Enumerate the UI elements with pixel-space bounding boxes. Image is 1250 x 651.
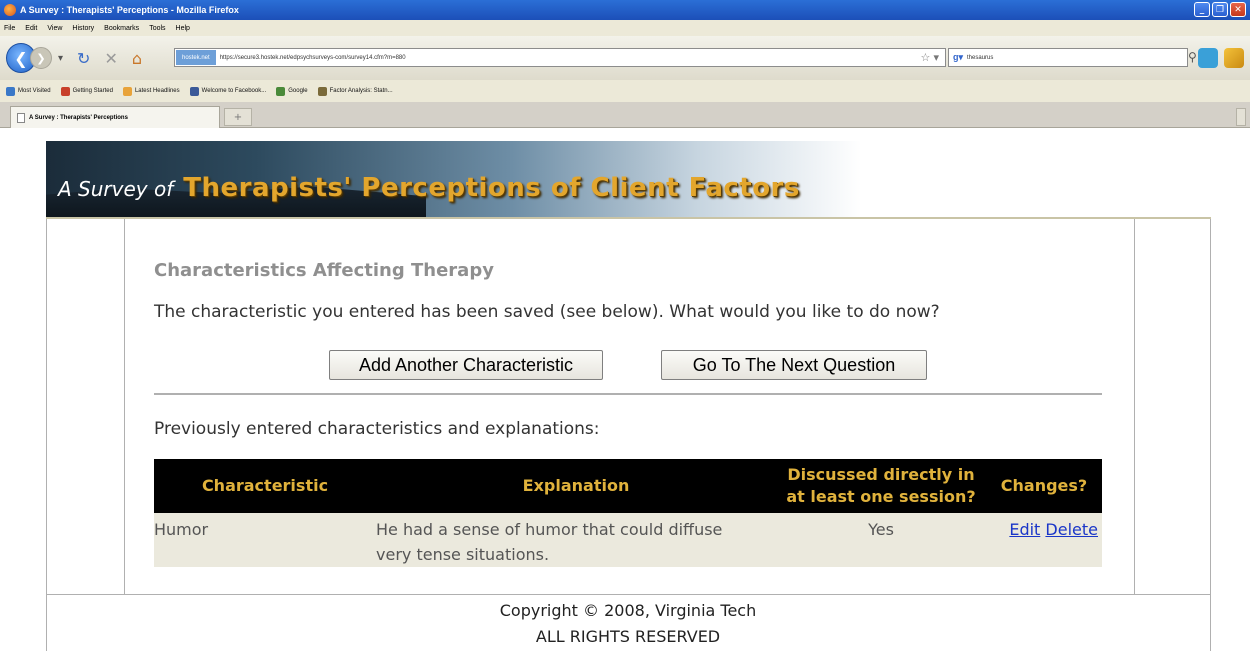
window-controls: _ ❐ ✕ — [1194, 2, 1246, 17]
footer: Copyright © 2008, Virginia Tech ALL RIGH… — [0, 598, 1250, 650]
search-icon[interactable]: ⚲ — [1188, 50, 1197, 64]
navigation-toolbar: ❮ ❯ ▾ ↻ ✕ ⌂ hostek.net https://secure3.h… — [0, 36, 1250, 80]
window-title: A Survey : Therapists' Perceptions - Moz… — [20, 5, 239, 15]
bookmark-star-icon[interactable]: ☆ ▾ — [921, 51, 939, 64]
site-identity-badge[interactable]: hostek.net — [176, 50, 216, 65]
explanation-line2: very tense situations. — [376, 545, 550, 564]
rss-icon — [122, 86, 132, 96]
page-icon — [17, 112, 25, 123]
url-text[interactable]: https://secure3.hostek.net/edpsychsurvey… — [220, 55, 406, 61]
header-discussed-line2: at least one session? — [786, 487, 976, 506]
survey-banner: A Survey of Therapists' Perceptions of C… — [46, 141, 1211, 219]
table-header: Characteristic Explanation Discussed dir… — [154, 459, 1102, 513]
previous-entries-label: Previously entered characteristics and e… — [154, 419, 600, 439]
bookmark-latest-headlines[interactable]: Latest Headlines — [122, 86, 180, 96]
firefox-icon — [4, 4, 16, 16]
menu-help[interactable]: Help — [176, 25, 190, 32]
header-explanation: Explanation — [522, 476, 630, 495]
saved-message: The characteristic you entered has been … — [154, 302, 940, 322]
menu-bar: File Edit View History Bookmarks Tools H… — [0, 20, 1250, 36]
search-bar[interactable]: g▾ thesaurus — [948, 48, 1188, 67]
reload-icon[interactable]: ↻ — [77, 49, 90, 68]
bookmark-getting-started[interactable]: Getting Started — [60, 86, 113, 96]
banner-heading: A Survey of Therapists' Perceptions of C… — [58, 173, 800, 203]
banner-prefix: A Survey of — [58, 177, 174, 201]
bookmark-facebook[interactable]: Welcome to Facebook... — [189, 86, 266, 96]
header-characteristic: Characteristic — [201, 476, 329, 495]
cell-characteristic: Humor — [154, 520, 209, 539]
explanation-line1: He had a sense of humor that could diffu… — [376, 520, 723, 539]
extension-icon[interactable] — [1224, 48, 1244, 68]
minimize-button[interactable]: _ — [1194, 2, 1210, 17]
cell-discussed: Yes — [868, 520, 894, 539]
getting-started-icon — [60, 86, 70, 96]
maximize-button[interactable]: ❐ — [1212, 2, 1228, 17]
search-input[interactable]: thesaurus — [967, 55, 993, 61]
most-visited-icon — [6, 86, 15, 96]
facebook-icon — [189, 86, 199, 96]
forward-arrow-icon[interactable]: ❯ — [30, 47, 52, 69]
divider — [154, 393, 1102, 395]
copyright-text: Copyright © 2008, Virginia Tech — [499, 601, 757, 620]
bookmarks-toolbar: Most Visited Getting Started Latest Head… — [0, 80, 1250, 102]
characteristics-table: Characteristic Explanation Discussed dir… — [154, 459, 1102, 567]
menu-bookmarks[interactable]: Bookmarks — [104, 25, 139, 32]
menu-history[interactable]: History — [72, 25, 94, 32]
menu-file[interactable]: File — [4, 25, 15, 32]
next-question-button[interactable]: Go To The Next Question — [661, 350, 927, 380]
menu-edit[interactable]: Edit — [25, 25, 37, 32]
bookmark-google[interactable]: Google — [276, 86, 308, 96]
window-title-bar: A Survey : Therapists' Perceptions - Moz… — [0, 0, 1250, 20]
header-discussed: Discussed directly in at least one sessi… — [776, 459, 986, 513]
section-title: Characteristics Affecting Therapy — [154, 260, 494, 281]
bookmark-factor-analysis[interactable]: Factor Analysis: Statn... — [317, 86, 393, 96]
banner-title: Therapists' Perceptions of Client Factor… — [183, 173, 800, 203]
delete-link[interactable]: Delete — [1045, 520, 1098, 539]
search-engine-icon[interactable]: g▾ — [953, 52, 963, 63]
skype-icon[interactable] — [1198, 48, 1218, 68]
google-icon — [276, 86, 286, 96]
footer-divider — [46, 594, 1211, 595]
tab-scroll-button[interactable] — [1236, 108, 1246, 126]
cell-changes: Edit Delete — [986, 513, 1102, 567]
tab-label: A Survey : Therapists' Perceptions — [29, 114, 128, 121]
bookmark-most-visited[interactable]: Most Visited — [6, 86, 51, 96]
factor-analysis-icon — [317, 86, 327, 96]
url-bar[interactable]: hostek.net https://secure3.hostek.net/ed… — [174, 48, 946, 67]
close-button[interactable]: ✕ — [1230, 2, 1246, 17]
tab-survey[interactable]: A Survey : Therapists' Perceptions — [10, 106, 220, 128]
cell-explanation: He had a sense of humor that could diffu… — [376, 513, 776, 567]
menu-tools[interactable]: Tools — [149, 25, 165, 32]
add-characteristic-button[interactable]: Add Another Characteristic — [329, 350, 603, 380]
table-row: Humor He had a sense of humor that could… — [154, 513, 1102, 567]
tab-strip: A Survey : Therapists' Perceptions + — [0, 102, 1250, 128]
history-dropdown-icon[interactable]: ▾ — [58, 53, 63, 64]
new-tab-button[interactable]: + — [224, 108, 252, 126]
header-discussed-line1: Discussed directly in — [787, 465, 975, 484]
header-changes: Changes? — [1000, 476, 1088, 495]
home-icon[interactable]: ⌂ — [132, 49, 142, 68]
edit-link[interactable]: Edit — [1009, 520, 1040, 539]
stop-icon[interactable]: ✕ — [104, 49, 117, 68]
menu-view[interactable]: View — [47, 25, 62, 32]
rights-text: ALL RIGHTS RESERVED — [535, 627, 721, 646]
